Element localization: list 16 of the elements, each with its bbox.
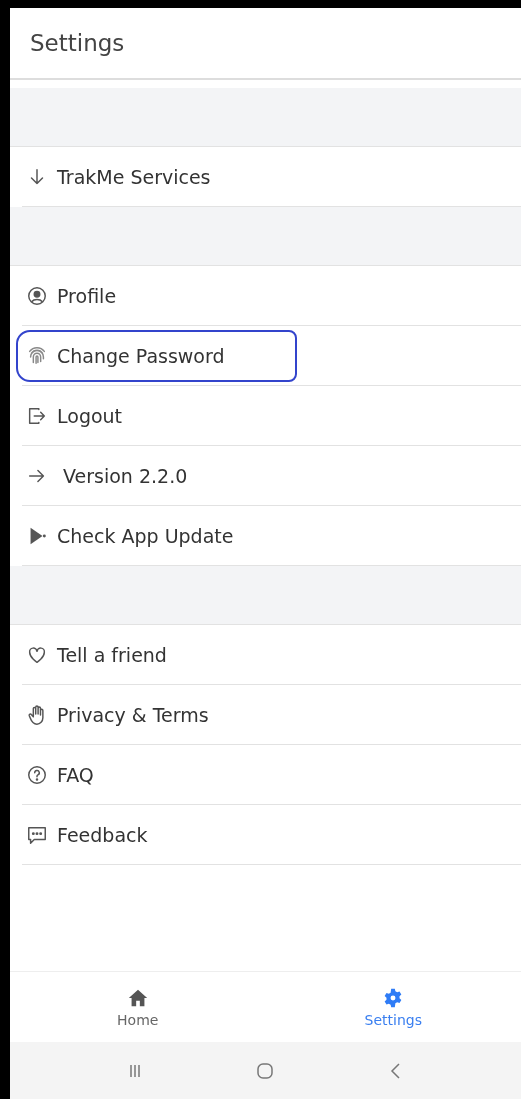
settings-item[interactable]: Version 2.2.0 (16, 449, 260, 502)
settings-item[interactable]: Profile (16, 269, 189, 322)
settings-item[interactable]: Change Password (16, 329, 297, 382)
screen-title: Settings (30, 30, 125, 56)
nav-tab[interactable]: Settings (265, 972, 521, 1042)
settings-item[interactable]: FAQ (16, 748, 166, 801)
help-icon (26, 763, 48, 786)
settings-item[interactable]: Privacy & Terms (16, 688, 281, 741)
settings-item[interactable]: Feedback (16, 808, 220, 861)
settings-item[interactable]: Check App Update (16, 509, 306, 562)
nav-tab[interactable]: Home (10, 972, 266, 1042)
settings-item[interactable]: Logout (16, 389, 195, 442)
fingerprint-icon (26, 344, 48, 367)
settings-item[interactable]: TrakMe Services (16, 150, 283, 203)
profile-icon (26, 284, 48, 307)
settings-item[interactable]: Tell a friend (16, 628, 239, 681)
